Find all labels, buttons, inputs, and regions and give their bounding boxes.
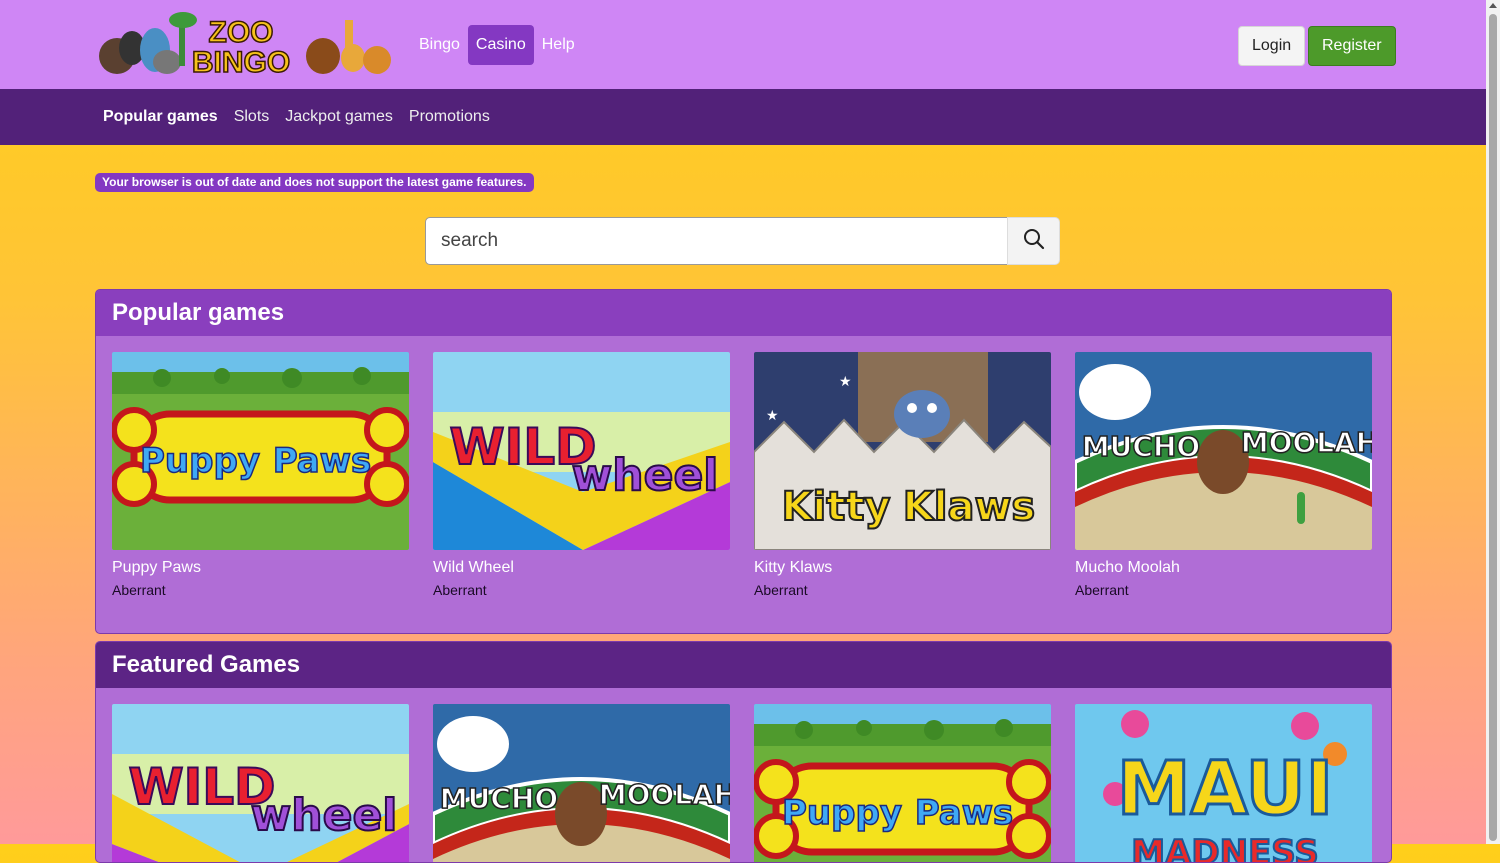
main-nav: Bingo Casino Help (411, 25, 583, 65)
svg-text:wheel: wheel (251, 790, 398, 841)
nav-bingo[interactable]: Bingo (411, 25, 468, 65)
logo-text-bingo: BINGO (192, 46, 290, 76)
section-title: Popular games (96, 290, 1391, 336)
featured-games-panel: Featured Games WILD wheel MUCHO MOOLAH P… (95, 641, 1392, 863)
svg-text:MUCHO: MUCHO (1082, 430, 1200, 463)
svg-text:MUCHO: MUCHO (440, 782, 558, 815)
game-name[interactable]: Kitty Klaws (754, 559, 1051, 577)
game-card-wild-wheel[interactable]: WILD wheel Wild Wheel Aberrant (433, 352, 730, 598)
game-card-kitty-klaws[interactable]: Kitty Klaws ★ ★ Kitty Klaws Aberrant (754, 352, 1051, 598)
game-card-puppy-paws[interactable]: Puppy Paws Puppy Paws Aberrant (112, 352, 409, 598)
game-thumbnail[interactable]: MUCHO MOOLAH (1075, 352, 1372, 550)
svg-text:★: ★ (839, 374, 852, 390)
game-name[interactable]: Wild Wheel (433, 559, 730, 577)
game-card-puppy-paws[interactable]: Puppy Paws (754, 704, 1051, 862)
game-thumbnail[interactable]: WILD wheel (433, 352, 730, 550)
page-scrollbar[interactable] (1486, 0, 1500, 844)
svg-text:wheel: wheel (572, 450, 719, 501)
game-name[interactable]: Puppy Paws (112, 559, 409, 577)
svg-text:Kitty: Kitty (781, 484, 890, 530)
svg-text:MADNESS: MADNESS (1131, 833, 1319, 863)
game-provider: Aberrant (112, 582, 166, 598)
tab-promotions[interactable]: Promotions (401, 89, 498, 145)
search-icon (1023, 228, 1045, 255)
zoo-bingo-logo[interactable]: ZOO BINGO (95, 12, 395, 80)
browser-warning-badge: Your browser is out of date and does not… (95, 173, 534, 192)
search-button[interactable] (1007, 217, 1060, 265)
game-name[interactable]: Mucho Moolah (1075, 559, 1372, 577)
search-bar (425, 217, 1060, 265)
tab-slots[interactable]: Slots (226, 89, 278, 145)
game-card-maui-madness[interactable]: MAUI MADNESS (1075, 704, 1372, 863)
register-button[interactable]: Register (1308, 26, 1396, 66)
svg-text:MOOLAH: MOOLAH (599, 778, 730, 811)
svg-text:★: ★ (766, 408, 779, 424)
svg-text:Paws: Paws (273, 441, 372, 481)
scroll-up-icon[interactable] (1489, 3, 1497, 8)
game-card-wild-wheel[interactable]: WILD wheel (112, 704, 409, 862)
svg-text:MOOLAH: MOOLAH (1241, 426, 1372, 459)
svg-text:Paws: Paws (915, 793, 1014, 833)
game-thumbnail[interactable]: Kitty Klaws ★ ★ (754, 352, 1051, 550)
login-button[interactable]: Login (1238, 26, 1306, 66)
game-thumbnail[interactable]: Puppy Paws (112, 352, 409, 550)
game-thumbnail[interactable]: MAUI MADNESS (1075, 704, 1372, 863)
game-thumbnail[interactable]: WILD wheel (112, 704, 409, 862)
nav-casino[interactable]: Casino (467, 25, 534, 65)
section-title: Featured Games (96, 642, 1391, 688)
scrollbar-thumb[interactable] (1489, 14, 1497, 841)
game-provider: Aberrant (754, 582, 808, 598)
game-provider: Aberrant (433, 582, 487, 598)
top-bar: ZOO BINGO Bingo Casino Help Login Regist… (0, 0, 1486, 89)
svg-text:MAUI: MAUI (1117, 746, 1333, 832)
category-nav: Popular games Slots Jackpot games Promot… (0, 89, 1486, 145)
popular-games-panel: Popular games Puppy Paws Puppy Paws Aber… (95, 289, 1392, 634)
svg-text:Klaws: Klaws (903, 484, 1035, 530)
logo-text-zoo: ZOO (209, 16, 274, 49)
game-card-mucho-moolah[interactable]: MUCHO MOOLAH Mucho Moolah Aberrant (1075, 352, 1372, 598)
svg-text:Puppy: Puppy (140, 441, 260, 481)
tab-popular-games[interactable]: Popular games (95, 89, 226, 145)
tab-jackpot-games[interactable]: Jackpot games (277, 89, 401, 145)
game-provider: Aberrant (1075, 582, 1129, 598)
game-thumbnail[interactable]: MUCHO MOOLAH (433, 704, 730, 862)
game-thumbnail[interactable]: Puppy Paws (754, 704, 1051, 862)
game-card-mucho-moolah[interactable]: MUCHO MOOLAH (433, 704, 730, 862)
nav-help[interactable]: Help (534, 25, 583, 65)
search-input[interactable] (425, 217, 1008, 265)
svg-text:Puppy: Puppy (782, 793, 902, 833)
